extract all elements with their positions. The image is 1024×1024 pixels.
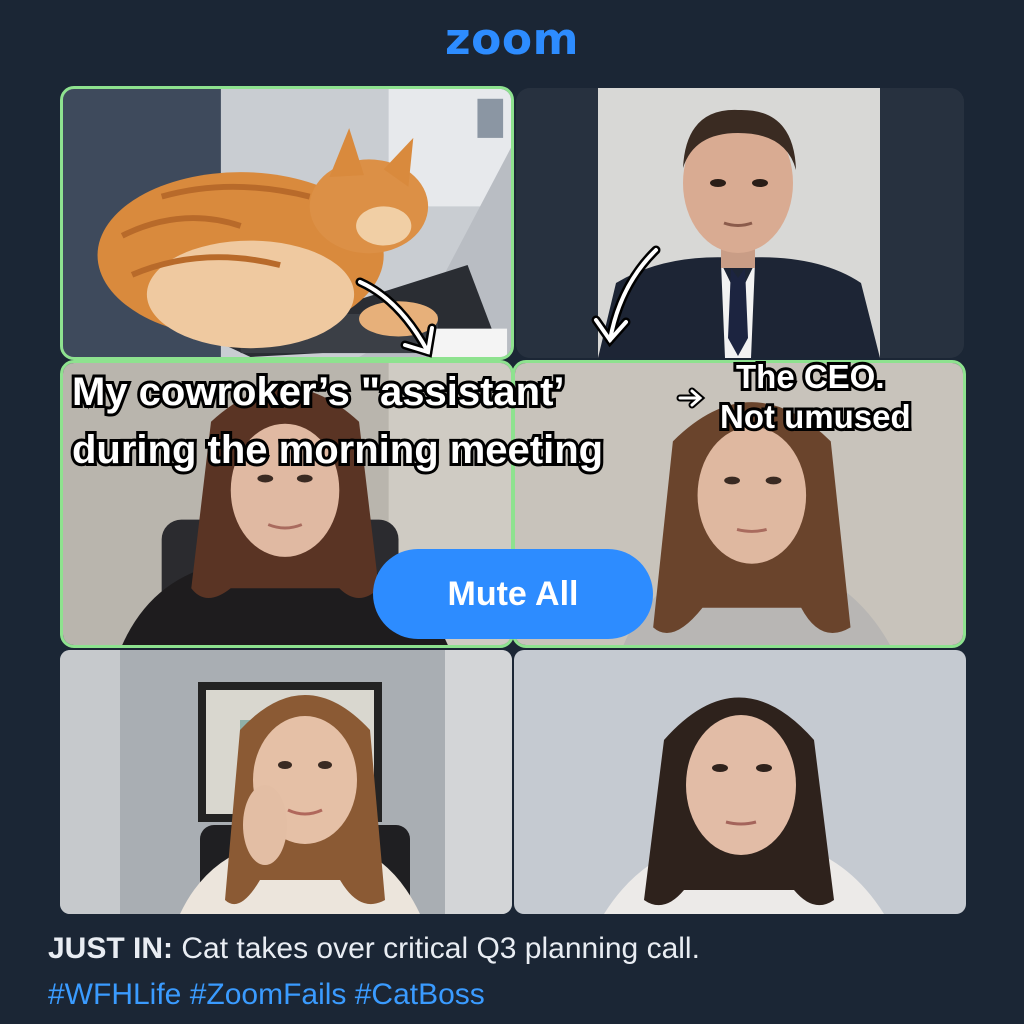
mute-all-button[interactable]: Mute All bbox=[373, 549, 653, 639]
headline-text: Cat takes over critical Q3 planning call… bbox=[173, 932, 700, 965]
video-tile-participant-6[interactable] bbox=[514, 650, 966, 914]
cat-video-feed bbox=[63, 89, 511, 357]
hashtags[interactable]: #WFHLife #ZoomFails #CatBoss bbox=[48, 978, 485, 1012]
headline-prefix: JUST IN: bbox=[48, 932, 174, 965]
meme-caption-line-1: My cowroker’s "assistant’ bbox=[69, 367, 567, 417]
meme-caption-line-2: during the morning meeting bbox=[69, 425, 606, 475]
video-tile-cat[interactable] bbox=[60, 86, 514, 360]
participant-6-video-feed bbox=[514, 650, 966, 914]
video-tile-participant-5[interactable] bbox=[60, 650, 512, 914]
ceo-caption-line-1: The CEO. bbox=[733, 355, 888, 398]
ceo-caption-line-2: Not umused bbox=[717, 395, 914, 438]
zoom-logo: zoom bbox=[445, 14, 579, 65]
video-tile-ceo[interactable] bbox=[516, 88, 964, 358]
news-headline: JUST IN: Cat takes over critical Q3 plan… bbox=[48, 932, 700, 966]
participant-5-video-feed bbox=[60, 650, 512, 914]
ceo-video-feed bbox=[516, 88, 964, 358]
